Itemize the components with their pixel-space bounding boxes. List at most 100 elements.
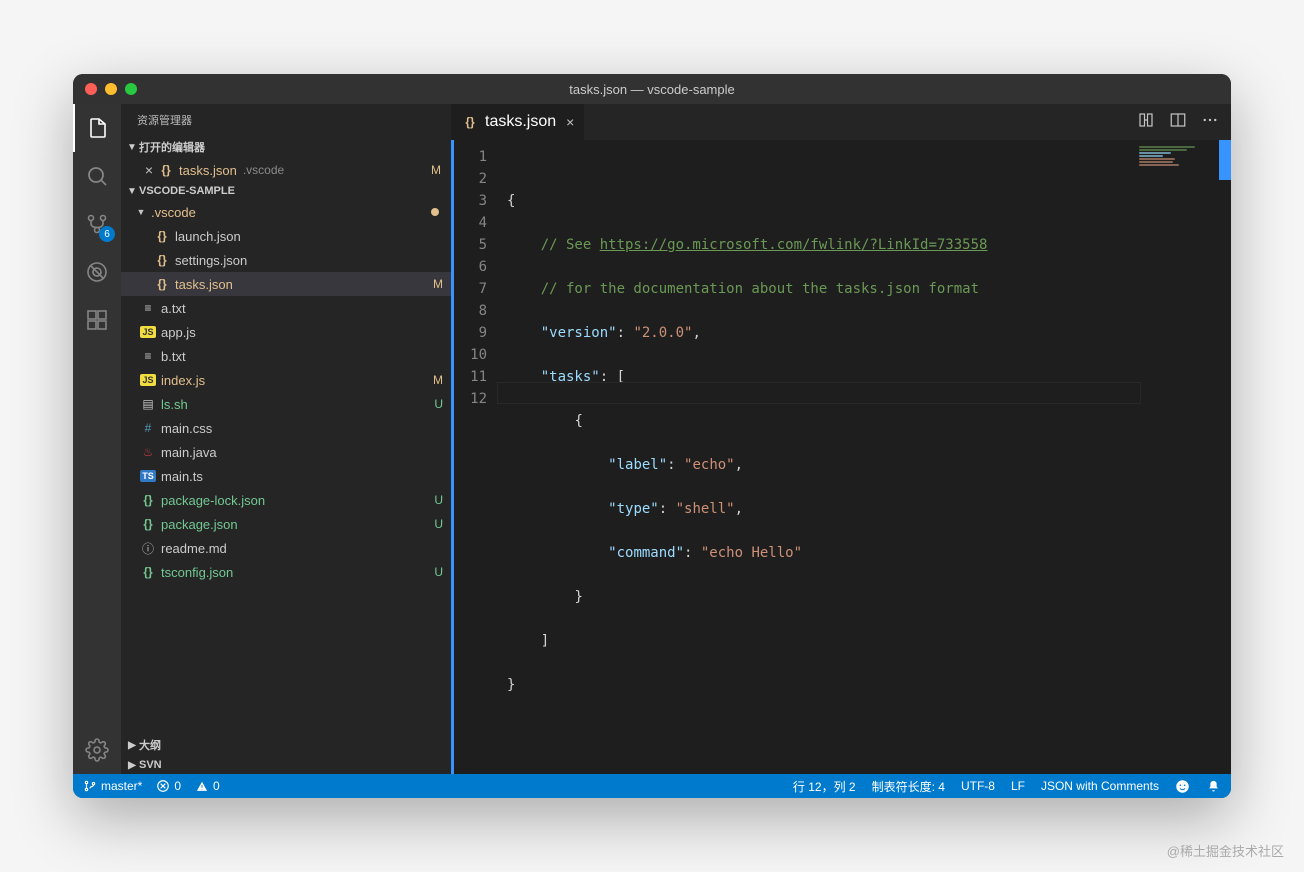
bell-icon[interactable]	[1206, 779, 1221, 794]
open-editor-name: tasks.json	[179, 163, 237, 178]
json-icon: {}	[139, 517, 157, 531]
feedback-icon[interactable]	[1175, 779, 1190, 794]
window-title: tasks.json — vscode-sample	[569, 82, 734, 97]
file-label: app.js	[161, 325, 196, 340]
tab-label: tasks.json	[485, 113, 556, 131]
file-index-js[interactable]: JS index.js M	[121, 368, 451, 392]
titlebar: tasks.json — vscode-sample	[73, 74, 1231, 104]
modified-dot-icon	[431, 208, 439, 216]
close-tab-icon[interactable]: ×	[566, 114, 574, 130]
open-editors-label: 打开的编辑器	[139, 139, 205, 155]
status-badge: M	[433, 277, 443, 291]
doc-link[interactable]: https://go.microsoft.com/fwlink/?LinkId=…	[600, 237, 988, 253]
editor-area: {} tasks.json ×	[451, 104, 1231, 774]
sidebar-title: 资源管理器	[121, 104, 451, 136]
java-icon: ♨	[139, 445, 157, 459]
file-package-json[interactable]: {} package.json U	[121, 512, 451, 536]
file-b-txt[interactable]: ≡ b.txt	[121, 344, 451, 368]
status-badge: M	[433, 373, 443, 387]
tab-actions	[1137, 111, 1231, 134]
eol[interactable]: LF	[1011, 779, 1025, 793]
chevron-right-icon: ▶	[125, 740, 139, 751]
file-label: tasks.json	[175, 277, 233, 292]
line-numbers: 1 2 3 4 5 6 7 8 9 10 11 12	[451, 140, 497, 774]
tab-tasks-json[interactable]: {} tasks.json ×	[451, 104, 585, 140]
body: 6 资源管理器 ▼ 打开的编辑器 ×	[73, 104, 1231, 774]
file-label: ls.sh	[161, 397, 188, 412]
outline-label: 大纲	[139, 737, 161, 753]
file-tsconfig-json[interactable]: {} tsconfig.json U	[121, 560, 451, 584]
watermark: @稀土掘金技术社区	[1167, 841, 1284, 860]
file-label: index.js	[161, 373, 205, 388]
js-icon: JS	[139, 326, 157, 338]
open-editors-header[interactable]: ▼ 打开的编辑器	[121, 136, 451, 158]
css-icon: #	[139, 421, 157, 435]
json-icon: {}	[139, 565, 157, 579]
file-label: tsconfig.json	[161, 565, 233, 580]
minimap[interactable]	[1139, 146, 1219, 206]
open-editor-path: .vscode	[243, 163, 284, 177]
chevron-down-icon: ▼	[125, 186, 139, 197]
cursor-position[interactable]: 行 12，列 2	[793, 778, 856, 795]
compare-changes-icon[interactable]	[1137, 111, 1155, 134]
open-editor-item[interactable]: × {} tasks.json .vscode M	[121, 158, 451, 182]
file-readme-md[interactable]: ⓘ readme.md	[121, 536, 451, 560]
file-main-ts[interactable]: TS main.ts	[121, 464, 451, 488]
file-label: package.json	[161, 517, 238, 532]
file-a-txt[interactable]: ≡ a.txt	[121, 296, 451, 320]
indent-setting[interactable]: 制表符长度: 4	[872, 778, 945, 795]
activity-bar: 6	[73, 104, 121, 774]
scrollbar[interactable]	[1219, 140, 1231, 774]
close-window-button[interactable]	[85, 83, 97, 95]
file-app-js[interactable]: JS app.js	[121, 320, 451, 344]
language-mode[interactable]: JSON with Comments	[1041, 779, 1159, 793]
file-label: main.css	[161, 421, 212, 436]
warnings-count[interactable]: 0	[195, 779, 220, 793]
outline-header[interactable]: ▶ 大纲	[121, 734, 451, 756]
encoding[interactable]: UTF-8	[961, 779, 995, 793]
minimize-window-button[interactable]	[105, 83, 117, 95]
close-icon[interactable]: ×	[141, 162, 157, 178]
project-header[interactable]: ▼ VSCODE-SAMPLE	[121, 182, 451, 200]
scm-tab[interactable]: 6	[73, 200, 121, 248]
svn-header[interactable]: ▶ SVN	[121, 756, 451, 774]
file-launch-json[interactable]: {} launch.json	[121, 224, 451, 248]
file-ls-sh[interactable]: ▤ ls.sh U	[121, 392, 451, 416]
open-editor-badge: M	[431, 163, 441, 177]
debug-tab[interactable]	[73, 248, 121, 296]
folder-vscode[interactable]: ▼ .vscode	[121, 200, 451, 224]
chevron-down-icon: ▼	[135, 207, 147, 217]
traffic-lights	[73, 83, 137, 95]
tabs-row: {} tasks.json ×	[451, 104, 1231, 140]
status-badge: U	[434, 397, 443, 411]
chevron-right-icon: ▶	[125, 760, 139, 771]
shell-icon: ▤	[139, 397, 157, 411]
more-actions-icon[interactable]	[1201, 111, 1219, 134]
file-label: a.txt	[161, 301, 186, 316]
settings-gear[interactable]	[73, 726, 121, 774]
scrollbar-overview	[1219, 140, 1231, 180]
status-bar: master* 0 0 行 12，列 2 制表符长度: 4 UTF-8 LF J…	[73, 774, 1231, 798]
search-tab[interactable]	[73, 152, 121, 200]
split-editor-icon[interactable]	[1169, 111, 1187, 134]
errors-count[interactable]: 0	[156, 779, 181, 793]
status-badge: U	[434, 493, 443, 507]
file-settings-json[interactable]: {} settings.json	[121, 248, 451, 272]
file-main-java[interactable]: ♨ main.java	[121, 440, 451, 464]
git-branch[interactable]: master*	[83, 779, 142, 793]
zoom-window-button[interactable]	[125, 83, 137, 95]
file-label: b.txt	[161, 349, 186, 364]
scm-badge: 6	[99, 226, 115, 242]
explorer-tab[interactable]	[73, 104, 121, 152]
json-icon: {}	[139, 493, 157, 507]
json-icon: {}	[461, 115, 479, 129]
file-label: settings.json	[175, 253, 247, 268]
extensions-tab[interactable]	[73, 296, 121, 344]
code-content[interactable]: { // See https://go.microsoft.com/fwlink…	[497, 140, 1231, 774]
file-label: readme.md	[161, 541, 227, 556]
json-icon: {}	[153, 253, 171, 267]
editor-body[interactable]: 1 2 3 4 5 6 7 8 9 10 11 12 { // See http…	[451, 140, 1231, 774]
file-package-lock-json[interactable]: {} package-lock.json U	[121, 488, 451, 512]
file-main-css[interactable]: # main.css	[121, 416, 451, 440]
file-tasks-json[interactable]: {} tasks.json M	[121, 272, 451, 296]
